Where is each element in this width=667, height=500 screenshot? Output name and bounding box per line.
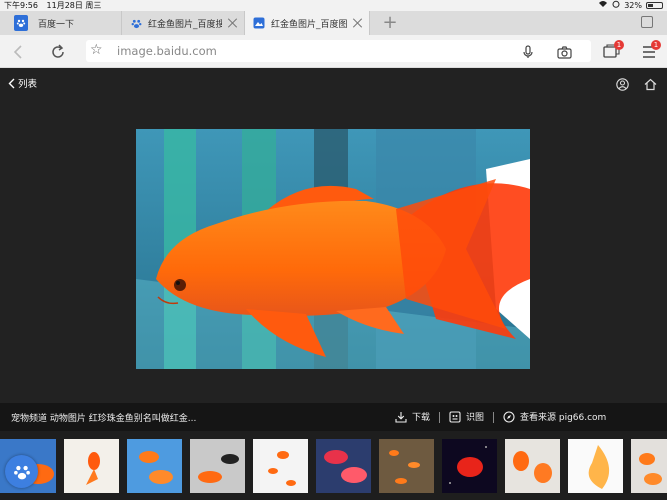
menu-button[interactable]: 1 bbox=[641, 40, 661, 59]
tab-search-results[interactable]: 红金鱼图片_百度搜索 bbox=[122, 11, 245, 35]
divider bbox=[493, 412, 494, 423]
camera-icon[interactable] bbox=[557, 44, 572, 63]
status-bar: 下午9:56 11月28日 周三 32% bbox=[0, 0, 667, 11]
menu-badge: 1 bbox=[651, 40, 661, 50]
thumbnail-10[interactable] bbox=[568, 439, 623, 493]
image-caption[interactable]: 宠物频道 动物图片 红珍珠金鱼别名叫做红金... bbox=[11, 411, 196, 424]
thumbnail-4[interactable] bbox=[190, 439, 245, 493]
main-goldfish-image[interactable] bbox=[136, 129, 530, 369]
thumbnail-2[interactable] bbox=[64, 439, 119, 493]
windows-button[interactable]: 1 bbox=[603, 40, 624, 59]
star-icon[interactable]: ☆ bbox=[90, 42, 103, 58]
battery-percent: 32% bbox=[624, 1, 642, 10]
new-tab-button[interactable]: + bbox=[380, 11, 400, 35]
paw-icon bbox=[13, 465, 30, 479]
alarm-icon bbox=[612, 0, 620, 11]
back-label: 列表 bbox=[18, 79, 38, 90]
thumbnail-strip bbox=[0, 431, 667, 500]
status-time: 下午9:56 bbox=[4, 1, 38, 10]
wifi-icon bbox=[598, 0, 608, 11]
thumbnail-5[interactable] bbox=[253, 439, 308, 493]
baidu-paw-icon bbox=[130, 17, 142, 29]
source-label: 查看来源 pig66.com bbox=[520, 413, 607, 423]
tab-baidu-home[interactable]: 百度一下 bbox=[0, 11, 122, 35]
tab-label: 百度一下 bbox=[38, 19, 75, 30]
tab-image-results[interactable]: 红金鱼图片_百度图片 bbox=[245, 11, 370, 35]
thumbnail-7[interactable] bbox=[379, 439, 434, 493]
user-icon[interactable] bbox=[616, 76, 629, 95]
view-source-button[interactable]: 查看来源 pig66.com bbox=[503, 410, 606, 423]
refresh-button[interactable] bbox=[49, 43, 67, 61]
baidu-paw-button[interactable] bbox=[5, 455, 38, 488]
download-label: 下载 bbox=[412, 413, 431, 423]
close-icon[interactable] bbox=[353, 18, 363, 28]
thumbnail-9[interactable] bbox=[505, 439, 560, 493]
battery-icon bbox=[646, 2, 663, 9]
url-text: image.baidu.com bbox=[117, 44, 217, 58]
download-button[interactable]: 下载 bbox=[395, 410, 430, 423]
close-icon[interactable] bbox=[228, 18, 238, 28]
back-button[interactable] bbox=[10, 43, 28, 61]
tab-label: 红金鱼图片_百度搜索 bbox=[148, 19, 222, 30]
home-icon[interactable] bbox=[644, 76, 657, 95]
baidu-image-icon bbox=[253, 17, 265, 29]
thumbnail-3[interactable] bbox=[127, 439, 182, 493]
divider bbox=[439, 412, 440, 423]
status-date: 11月28日 周三 bbox=[46, 1, 102, 10]
tabs-badge: 1 bbox=[614, 40, 624, 50]
image-recognize-button[interactable]: 识图 bbox=[449, 410, 484, 423]
tab-bar: 百度一下 红金鱼图片_百度搜索 红金鱼图片_百度图片 bbox=[0, 11, 667, 35]
thumbnail-11[interactable] bbox=[631, 439, 667, 493]
address-bar: ☆ image.baidu.com 1 1 bbox=[0, 35, 667, 68]
baidu-paw-icon bbox=[14, 15, 28, 31]
thumbnail-6[interactable] bbox=[316, 439, 371, 493]
thumbnail-8[interactable] bbox=[442, 439, 497, 493]
browser-window: { "status_bar": { "time": "下午9:56", "dat… bbox=[0, 0, 667, 500]
scan-icon bbox=[449, 410, 461, 423]
compass-icon bbox=[503, 410, 515, 423]
recognize-label: 识图 bbox=[466, 413, 485, 423]
tab-label: 红金鱼图片_百度图片 bbox=[271, 19, 347, 30]
back-to-list-button[interactable]: 列表 bbox=[8, 76, 37, 90]
download-icon bbox=[395, 411, 407, 423]
url-field[interactable]: ☆ image.baidu.com bbox=[86, 40, 591, 62]
microphone-icon[interactable] bbox=[523, 44, 533, 63]
image-caption-bar: 宠物频道 动物图片 红珍珠金鱼别名叫做红金... 下载 识图 查看来源 pig6… bbox=[0, 403, 667, 431]
tab-overview-icon[interactable] bbox=[641, 16, 653, 28]
viewer-toolbar: 列表 bbox=[0, 69, 667, 97]
chevron-left-icon bbox=[8, 78, 15, 88]
